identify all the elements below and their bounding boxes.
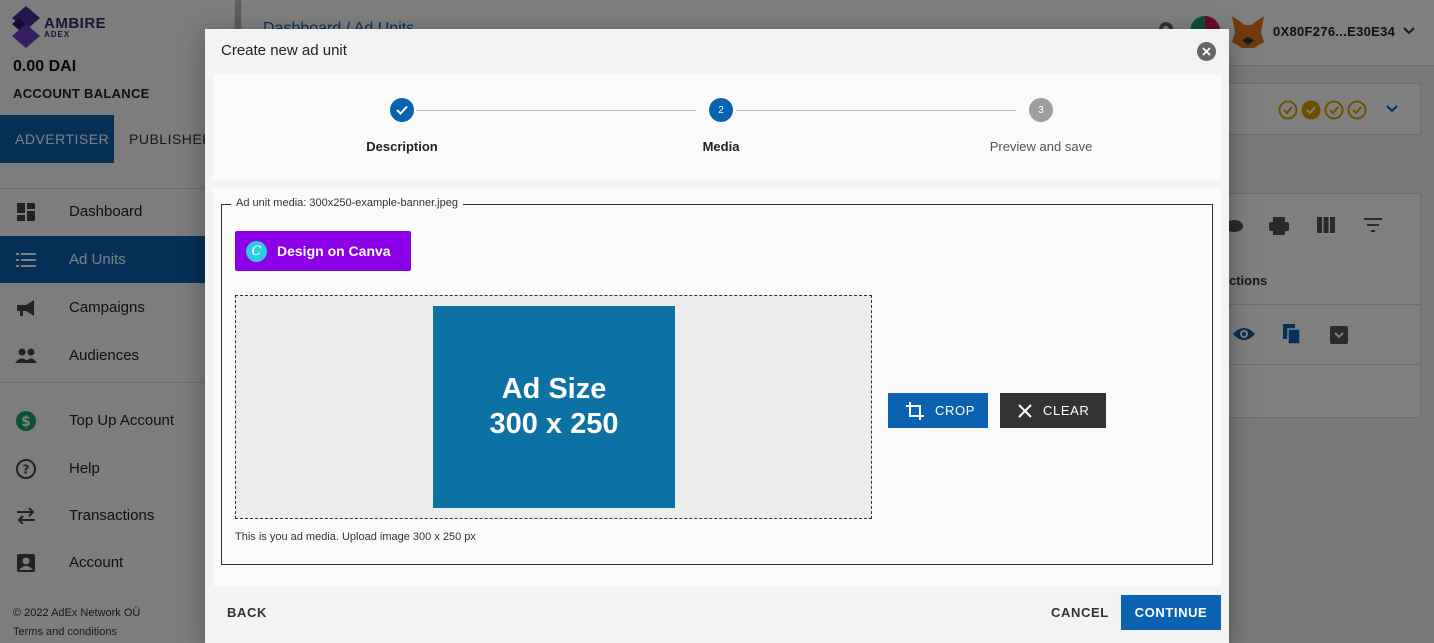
continue-button[interactable]: CONTINUE — [1121, 595, 1221, 630]
ad-unit-media-fieldset: Ad unit media: 300x250-example-banner.jp… — [221, 197, 1213, 565]
check-icon — [396, 105, 408, 115]
media-helper-text: This is you ad media. Upload image 300 x… — [235, 531, 476, 543]
step-2-number: 2 — [709, 98, 733, 122]
preview-text-line1: Ad Size — [501, 373, 607, 405]
step-label-description: Description — [366, 139, 438, 154]
cancel-button[interactable]: CANCEL — [1051, 605, 1109, 620]
media-step-content: Ad unit media: 300x250-example-banner.jp… — [213, 188, 1221, 586]
close-icon — [1202, 47, 1211, 56]
back-button[interactable]: BACK — [227, 605, 267, 620]
close-icon — [1017, 403, 1033, 419]
stepper: 2 3 Description Media Preview and save — [213, 74, 1221, 180]
media-dropzone[interactable]: Ad Size 300 x 250 — [235, 295, 872, 519]
canva-logo-icon: C — [246, 240, 267, 262]
media-fieldset-legend: Ad unit media: 300x250-example-banner.jp… — [231, 197, 463, 209]
crop-button-label: CROP — [935, 403, 975, 418]
clear-button-label: CLEAR — [1043, 403, 1090, 418]
step-label-media: Media — [702, 139, 740, 154]
canva-button-label: Design on Canva — [277, 243, 391, 259]
close-button[interactable] — [1197, 42, 1216, 61]
clear-button[interactable]: CLEAR — [1000, 393, 1106, 428]
ad-media-preview: Ad Size 300 x 250 — [433, 306, 675, 508]
crop-icon — [905, 401, 925, 421]
dialog-title: Create new ad unit — [221, 42, 347, 59]
preview-text-line2: 300 x 250 — [489, 408, 619, 440]
crop-button[interactable]: CROP — [888, 393, 988, 428]
design-on-canva-button[interactable]: C Design on Canva — [235, 231, 411, 271]
create-ad-unit-dialog: Create new ad unit 2 3 Description Media… — [205, 29, 1229, 643]
step-connector — [736, 110, 1016, 111]
step-connector — [416, 110, 696, 111]
step-1-completed — [390, 98, 414, 122]
step-3-number: 3 — [1029, 98, 1053, 122]
step-label-preview: Preview and save — [989, 139, 1093, 154]
